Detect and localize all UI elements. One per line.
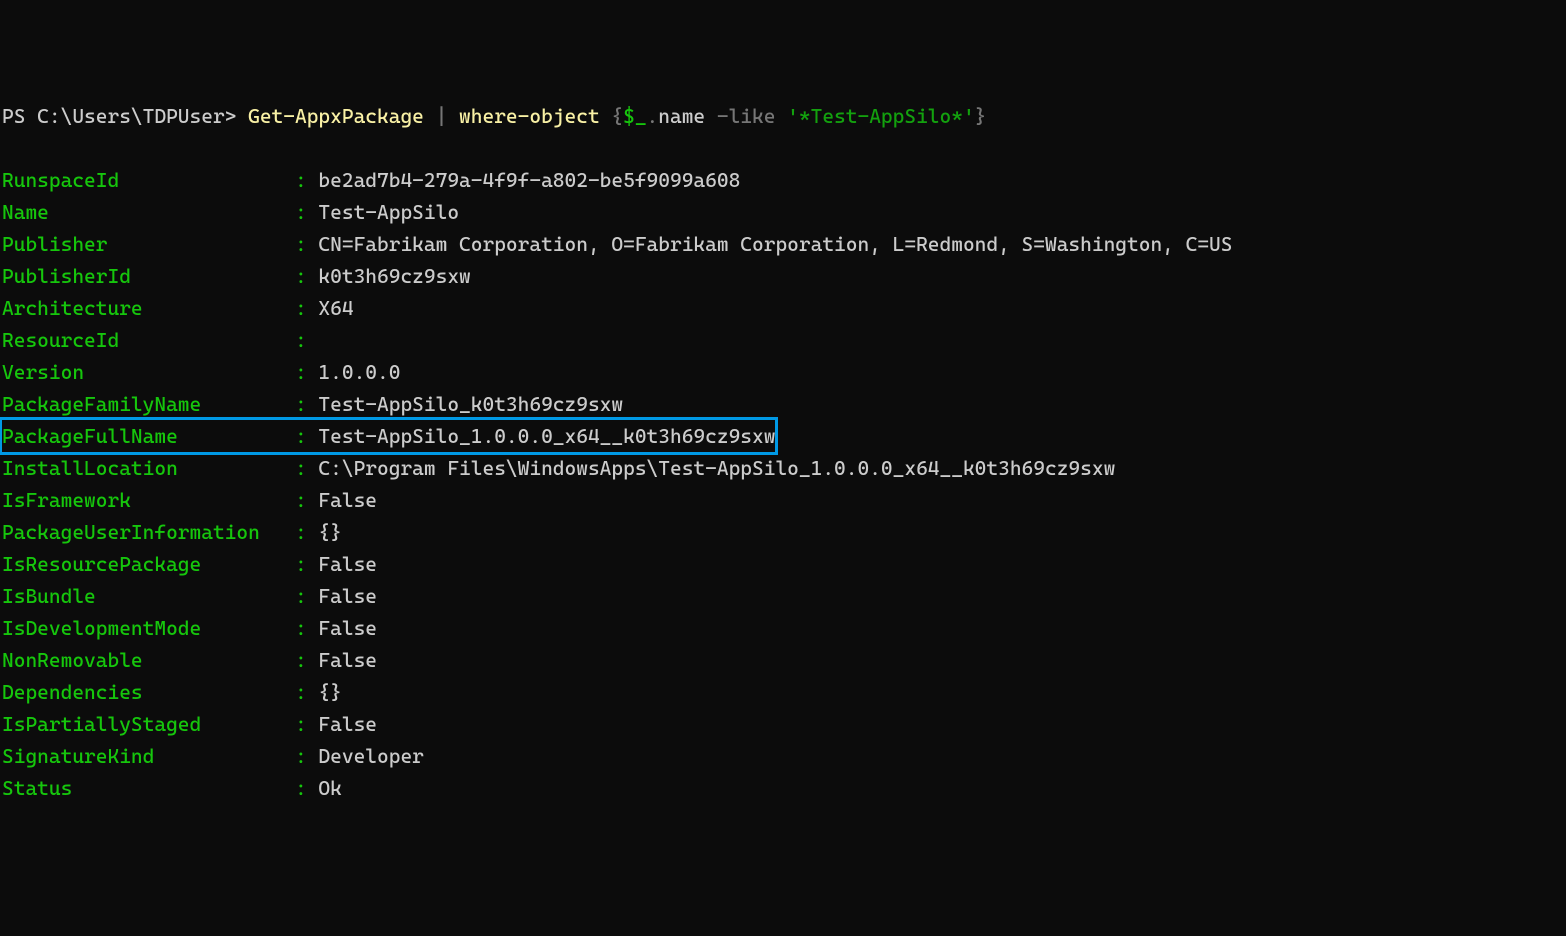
powershell-terminal[interactable]: PS C:\Users\TDPUser> Get-AppxPackage | w… [2,100,1564,804]
property-key: IsPartiallyStaged [2,712,295,736]
output-row: InstallLocation : C:\Program Files\Windo… [2,452,1564,484]
like-operator: -like [717,104,787,128]
output-row: Architecture : X64 [2,292,1564,324]
property-key: InstallLocation [2,456,295,480]
property-value: Ok [318,776,341,800]
property-value: False [318,488,377,512]
brace-open: { [611,104,623,128]
property-key: PublisherId [2,264,295,288]
prompt-line[interactable]: PS C:\Users\TDPUser> Get-AppxPackage | w… [2,100,1564,132]
output-row: NonRemovable : False [2,644,1564,676]
property-value: Developer [318,744,423,768]
property-name: name [658,104,717,128]
property-key: Architecture [2,296,295,320]
output-row: SignatureKind : Developer [2,740,1564,772]
property-key: PackageFullName [2,424,295,448]
brace-close: } [975,104,987,128]
property-key: IsDevelopmentMode [2,616,295,640]
property-key: IsBundle [2,584,295,608]
output-row: Version : 1.0.0.0 [2,356,1564,388]
output-row: IsPartiallyStaged : False [2,708,1564,740]
output-row: IsBundle : False [2,580,1564,612]
colon-separator: : [295,680,318,704]
colon-separator: : [295,616,318,640]
property-key: SignatureKind [2,744,295,768]
output-row: Dependencies : {} [2,676,1564,708]
colon-separator: : [295,552,318,576]
property-value: be2ad7b4-279a-4f9f-a802-be5f9099a608 [318,168,740,192]
colon-separator: : [295,648,318,672]
property-value: False [318,552,377,576]
colon-separator: : [295,296,318,320]
colon-separator: : [295,456,318,480]
property-key: PackageUserInformation [2,520,295,544]
property-value: 1.0.0.0 [318,360,400,384]
output-row: IsFramework : False [2,484,1564,516]
blank-line [2,132,1564,164]
output-row: Status : Ok [2,772,1564,804]
colon-separator: : [295,392,318,416]
colon-separator: : [295,232,318,256]
property-key: Name [2,200,295,224]
output-row: ResourceId : [2,324,1564,356]
colon-separator: : [295,744,318,768]
property-value: CN=Fabrikam Corporation, O=Fabrikam Corp… [318,232,1232,256]
property-value: False [318,584,377,608]
cmdlet-where-object: where-object [459,104,611,128]
property-key: Dependencies [2,680,295,704]
property-value: C:\Program Files\WindowsApps\Test-AppSil… [318,456,1115,480]
prompt-path: C:\Users\TDPUser> [37,104,248,128]
colon-separator: : [295,264,318,288]
string-literal: '*Test-AppSilo*' [787,104,975,128]
cmdlet-get-appxpackage: Get-AppxPackage [248,104,436,128]
output-row: PackageUserInformation : {} [2,516,1564,548]
output-row: PublisherId : k0t3h69cz9sxw [2,260,1564,292]
colon-separator: : [295,520,318,544]
colon-separator: : [295,200,318,224]
output-row: PackageFullName : Test-AppSilo_1.0.0.0_x… [2,420,1564,452]
property-key: NonRemovable [2,648,295,672]
output-row: Publisher : CN=Fabrikam Corporation, O=F… [2,228,1564,260]
property-key: IsFramework [2,488,295,512]
property-value: False [318,712,377,736]
output-row: PackageFamilyName : Test-AppSilo_k0t3h69… [2,388,1564,420]
output-row: IsResourcePackage : False [2,548,1564,580]
output-row: IsDevelopmentMode : False [2,612,1564,644]
property-key: PackageFamilyName [2,392,295,416]
pipe-operator: | [436,104,459,128]
dot: . [647,104,659,128]
property-key: Publisher [2,232,295,256]
property-value: Test-AppSilo [318,200,459,224]
colon-separator: : [295,360,318,384]
colon-separator: : [295,712,318,736]
output-row: RunspaceId : be2ad7b4-279a-4f9f-a802-be5… [2,164,1564,196]
property-value: False [318,648,377,672]
property-value: k0t3h69cz9sxw [318,264,470,288]
colon-separator: : [295,424,318,448]
colon-separator: : [295,168,318,192]
output-row: Name : Test-AppSilo [2,196,1564,228]
property-value: Test-AppSilo_1.0.0.0_x64__k0t3h69cz9sxw [318,424,775,448]
property-value: X64 [318,296,353,320]
colon-separator: : [295,584,318,608]
property-value: Test-AppSilo_k0t3h69cz9sxw [318,392,623,416]
property-key: Status [2,776,295,800]
colon-separator: : [295,776,318,800]
property-key: ResourceId [2,328,295,352]
property-key: Version [2,360,295,384]
property-key: IsResourcePackage [2,552,295,576]
property-value: {} [318,520,341,544]
property-value: {} [318,680,341,704]
property-value: False [318,616,377,640]
colon-separator: : [295,328,318,352]
highlighted-row: PackageFullName : Test-AppSilo_1.0.0.0_x… [0,417,778,455]
colon-separator: : [295,488,318,512]
pipeline-variable: $_ [623,104,646,128]
prompt-ps: PS [2,104,37,128]
property-key: RunspaceId [2,168,295,192]
